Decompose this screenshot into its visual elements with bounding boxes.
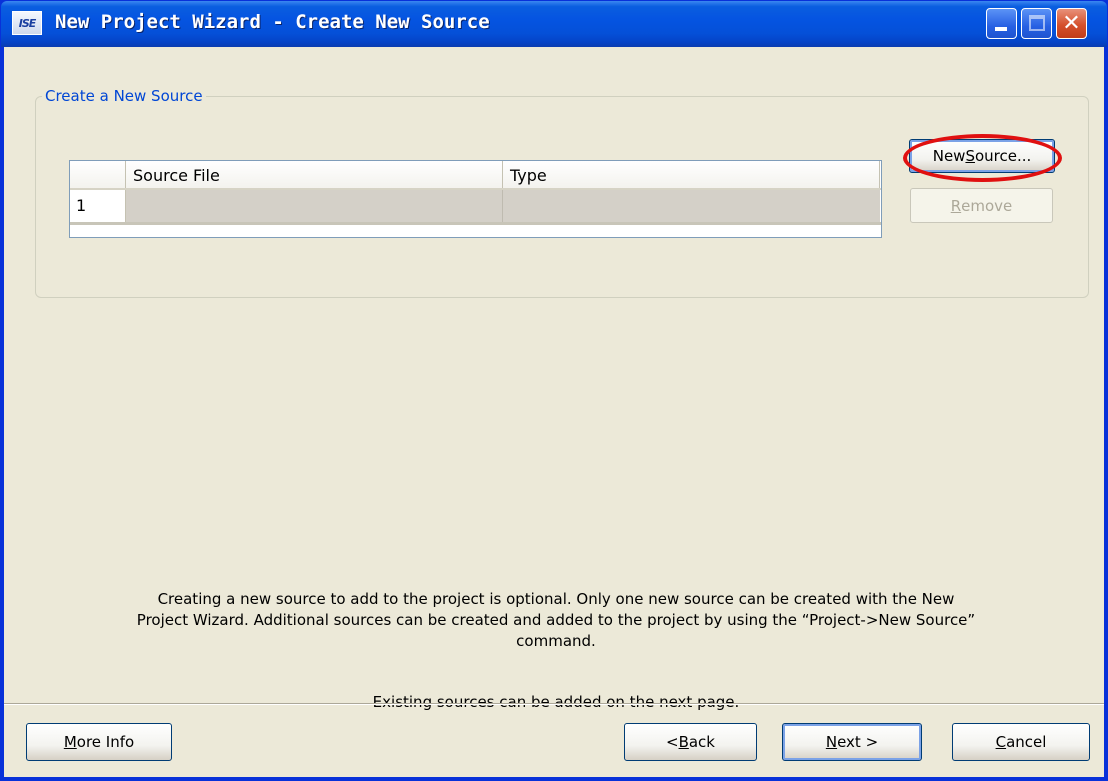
maximize-button[interactable] (1021, 8, 1052, 39)
next-label-mnemonic: N (825, 733, 838, 751)
column-header-source-file[interactable]: Source File (126, 161, 503, 189)
cell-source-file[interactable] (126, 190, 503, 222)
more-info-label-post: ore Info (76, 733, 135, 751)
back-button[interactable]: < Back (624, 723, 757, 761)
title-bar[interactable]: ISE New Project Wizard - Create New Sour… (1, 1, 1107, 47)
description-line-3: command. (516, 632, 596, 650)
remove-label-post: emove (961, 196, 1013, 215)
column-header-type[interactable]: Type (503, 161, 880, 189)
cancel-button[interactable]: Cancel (952, 723, 1090, 761)
back-label-post: ack (688, 733, 715, 751)
cell-type[interactable] (503, 190, 880, 222)
more-info-button[interactable]: More Info (26, 723, 172, 761)
window-title: New Project Wizard - Create New Source (55, 11, 490, 33)
existing-sources-note: Existing sources can be added on the nex… (372, 693, 740, 711)
wizard-client-area: Create a New Source Source File Type 1 N… (4, 47, 1104, 777)
remove-label-mnemonic: R (950, 196, 962, 215)
minimize-button[interactable] (986, 8, 1017, 39)
remove-button[interactable]: Remove (910, 188, 1053, 223)
description-line-1: Creating a new source to add to the proj… (157, 590, 955, 608)
footer-separator-highlight (4, 704, 1104, 705)
source-table: Source File Type 1 (69, 160, 882, 238)
back-label-mnemonic: B (678, 733, 689, 751)
wizard-window: ISE New Project Wizard - Create New Sour… (0, 0, 1108, 781)
minimize-icon (995, 27, 1007, 31)
group-title: Create a New Source (45, 87, 203, 105)
new-source-label-post: ource... (974, 147, 1032, 165)
back-label-pre: < (665, 733, 679, 751)
table-corner-header (70, 161, 126, 189)
maximize-icon (1029, 15, 1045, 31)
more-info-label-mnemonic: M (63, 733, 77, 751)
cancel-label-mnemonic: C (995, 733, 1007, 751)
new-source-button[interactable]: New Source... (909, 139, 1055, 173)
ise-app-icon: ISE (12, 11, 42, 35)
close-icon: ✕ (1062, 11, 1081, 36)
new-source-label-mnemonic: S (965, 147, 975, 165)
row-index-1: 1 (70, 190, 126, 222)
cancel-label-post: ancel (1006, 733, 1047, 751)
description-line-2: Project Wizard. Additional sources can b… (136, 611, 976, 629)
new-source-label-pre: New (932, 147, 966, 165)
next-label-post: ext > (837, 733, 879, 751)
next-button[interactable]: Next > (782, 723, 922, 761)
row-divider (70, 222, 881, 225)
description-text: Creating a new source to add to the proj… (24, 589, 1088, 652)
close-button[interactable]: ✕ (1056, 8, 1087, 39)
